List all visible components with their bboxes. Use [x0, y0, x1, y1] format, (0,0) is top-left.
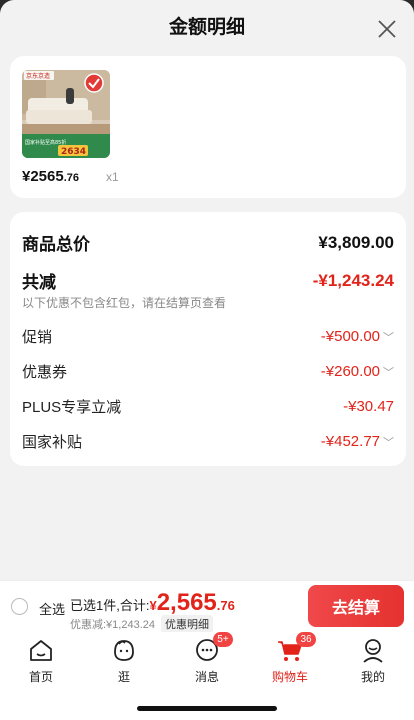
sheet-header: 金额明细: [0, 0, 414, 56]
message-badge: 5+: [213, 632, 233, 647]
discount-item-row[interactable]: 促销 -¥500.00 ﹀: [22, 326, 394, 347]
selected-count-text: 已选1件,合计:: [70, 598, 150, 613]
amount-detail-sheet: 金额明细 京东京造 国家补贴至高85折 2634 ¥2565.76 x1 商品总…: [0, 0, 414, 580]
total-price-label: 商品总价: [22, 235, 90, 254]
product-price: ¥2565.76: [22, 168, 79, 185]
select-all-radio[interactable]: [11, 598, 28, 615]
total-price-row: 商品总价 ¥3,809.00: [22, 230, 394, 255]
sheet-title: 金额明细: [168, 17, 245, 38]
chevron-down-icon: ﹀: [383, 331, 394, 344]
home-icon: [30, 640, 52, 661]
tab-explore[interactable]: 逛: [94, 636, 154, 685]
tab-label: 逛: [117, 670, 130, 684]
cart-total-dec: .76: [216, 598, 235, 613]
chevron-down-icon: ﹀: [383, 436, 394, 449]
discount-item-value: -¥260.00: [320, 363, 380, 380]
tab-label: 首页: [28, 670, 53, 684]
checkout-button[interactable]: 去结算: [308, 585, 404, 627]
person-icon: [363, 639, 383, 663]
discount-item-value: -¥452.77: [320, 433, 380, 450]
face-icon: [114, 640, 134, 661]
tab-cart[interactable]: 36 购物车: [260, 632, 320, 685]
cart-checkout-bar: 全选 已选1件,合计: ¥ 2,565 .76 优惠减:¥1,243.24 优惠…: [0, 580, 414, 633]
chevron-down-icon: ﹀: [383, 366, 394, 379]
total-discount-value: -¥1,243.24: [312, 270, 394, 290]
cart-badge: 36: [296, 632, 316, 647]
discount-item-value: -¥500.00: [320, 328, 380, 345]
total-discount-row: 共减 -¥1,243.24: [22, 268, 394, 293]
select-all-label[interactable]: 全选: [39, 599, 65, 618]
discount-item-row[interactable]: 国家补贴 -¥452.77 ﹀: [22, 431, 394, 452]
discount-subline: 优惠减:¥1,243.24 优惠明细: [70, 615, 213, 633]
discount-item-label: 促销: [22, 329, 53, 346]
discount-detail-button[interactable]: 优惠明细: [161, 615, 213, 633]
tab-profile[interactable]: 我的: [343, 636, 403, 685]
tab-messages[interactable]: 5+ 消息: [177, 632, 237, 685]
tab-label: 消息: [194, 670, 219, 684]
cart-total-currency: ¥: [149, 598, 157, 613]
discount-item-value: -¥30.47: [343, 398, 394, 415]
discount-note: 以下优惠不包含红包，请在结算页查看: [22, 296, 227, 310]
discount-item-label: PLUS专享立减: [22, 399, 122, 416]
total-discount-label: 共减: [22, 273, 56, 292]
discount-item-label: 优惠券: [22, 364, 68, 381]
product-price-dec: .76: [63, 172, 80, 184]
discount-item-row: PLUS专享立减 -¥30.47: [22, 396, 394, 417]
discount-item-row[interactable]: 优惠券 -¥260.00 ﹀: [22, 361, 394, 382]
home-indicator: [137, 706, 277, 711]
product-price-int: ¥2565: [22, 168, 64, 185]
product-thumbnail[interactable]: 京东京造 国家补贴至高85折 2634: [22, 70, 110, 158]
selected-summary: 已选1件,合计: ¥ 2,565 .76: [70, 589, 235, 617]
cart-discount-text: 优惠减:¥1,243.24: [70, 619, 155, 631]
sofa-product-image: 京东京造 国家补贴至高85折 2634: [22, 70, 110, 158]
close-button[interactable]: [376, 18, 398, 40]
tab-label: 购物车: [271, 670, 308, 684]
tab-label: 我的: [360, 670, 385, 684]
discount-item-label: 国家补贴: [22, 434, 83, 451]
tab-home[interactable]: 首页: [11, 636, 71, 685]
cart-total: ¥ 2,565 .76: [149, 589, 234, 617]
total-price-value: ¥3,809.00: [318, 232, 394, 252]
product-quantity: x1: [106, 170, 119, 184]
thumb-brand-text: 京东京造: [26, 72, 50, 80]
price-summary-card: 商品总价 ¥3,809.00 共减 -¥1,243.24 以下优惠不包含红包，请…: [10, 212, 406, 466]
thumb-price-text: 2634: [61, 147, 86, 157]
cart-total-int: 2,565: [156, 589, 217, 616]
close-icon: [378, 20, 396, 38]
thumb-promo-text: 国家补贴至高85折: [25, 139, 66, 146]
product-card: 京东京造 国家补贴至高85折 2634 ¥2565.76 x1: [10, 56, 406, 198]
